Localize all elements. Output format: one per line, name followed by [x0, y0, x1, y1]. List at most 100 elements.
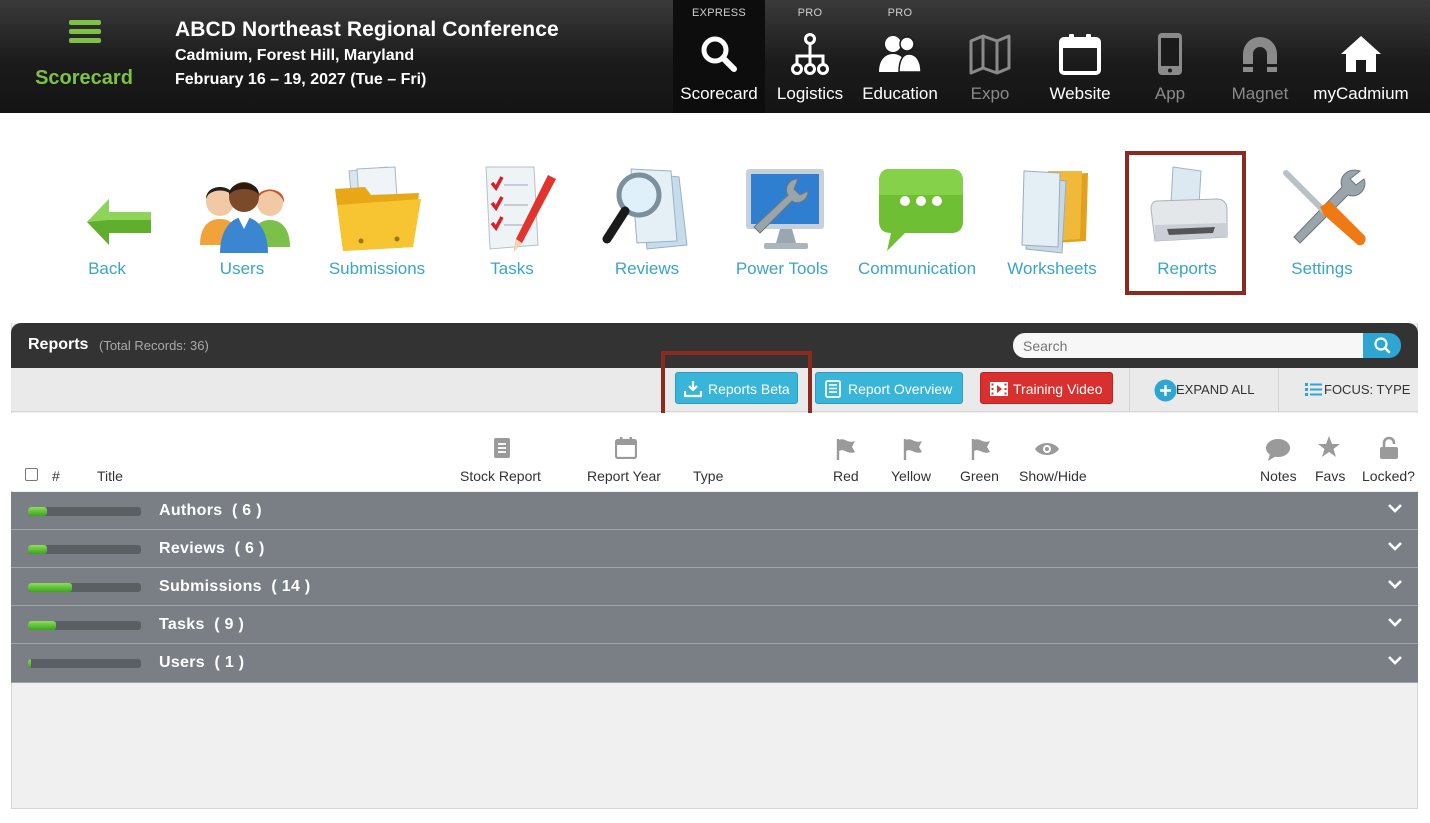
- phone-icon: [1158, 33, 1182, 75]
- group-count: ( 6 ): [231, 502, 262, 519]
- red-flag-icon: [836, 439, 855, 460]
- topnav-logistics[interactable]: PRO Logistics: [765, 0, 855, 113]
- module-communication[interactable]: Communication: [852, 160, 982, 285]
- topnav-website[interactable]: Website: [1035, 0, 1125, 113]
- film-icon: [990, 382, 1008, 396]
- chevron-down-icon[interactable]: [1388, 617, 1402, 627]
- topnav-education[interactable]: PRO Education: [855, 0, 945, 113]
- group-count: ( 14 ): [271, 578, 311, 595]
- topnav-app[interactable]: App: [1125, 0, 1215, 113]
- group-row-reviews[interactable]: Reviews ( 6 ): [11, 530, 1418, 568]
- module-label: Communication: [857, 259, 977, 278]
- group-name: Authors: [159, 502, 223, 519]
- col-favs[interactable]: Favs: [1315, 468, 1345, 484]
- chevron-down-icon[interactable]: [1388, 503, 1402, 513]
- chevron-down-icon[interactable]: [1388, 541, 1402, 551]
- yellow-flag-icon: [903, 439, 922, 460]
- col-notes[interactable]: Notes: [1260, 468, 1297, 484]
- group-row-users[interactable]: Users ( 1 ): [11, 644, 1418, 683]
- network-icon: [791, 33, 829, 75]
- people-icon: [200, 182, 290, 253]
- search-button[interactable]: [1363, 333, 1401, 358]
- col-locked[interactable]: Locked?: [1362, 468, 1415, 484]
- stock-report-icon: [494, 438, 510, 458]
- group-count: ( 6 ): [234, 540, 265, 557]
- chevron-down-icon[interactable]: [1388, 655, 1402, 665]
- topnav-label: Logistics: [776, 84, 844, 103]
- map-icon: [969, 34, 1011, 75]
- topnav-mycadmium[interactable]: myCadmium: [1305, 0, 1417, 113]
- hamburger-icon[interactable]: [69, 20, 101, 44]
- module-settings[interactable]: Settings: [1257, 160, 1387, 285]
- col-show-hide[interactable]: Show/Hide: [1019, 468, 1087, 484]
- module-users[interactable]: Users: [177, 160, 307, 285]
- topnav-label: App: [1154, 84, 1186, 103]
- topnav-label: myCadmium: [1313, 84, 1409, 103]
- search-icon: [1374, 337, 1391, 354]
- star-icon: [1318, 436, 1340, 457]
- home-icon: [1341, 36, 1381, 72]
- topnav-badge: PRO: [887, 7, 913, 19]
- module-power-tools[interactable]: Power Tools: [717, 160, 847, 285]
- eye-icon: [1035, 443, 1059, 455]
- toolbar-divider: [1129, 368, 1130, 412]
- progress-fill: [28, 583, 73, 592]
- module-label: Power Tools: [735, 259, 829, 278]
- topnav-label: Education: [862, 84, 938, 103]
- group-title: Users ( 1 ): [159, 654, 244, 672]
- topnav-expo[interactable]: Expo: [945, 0, 1035, 113]
- module-worksheets[interactable]: Worksheets: [987, 160, 1117, 285]
- chat-bubble-icon: [879, 169, 963, 251]
- col-type[interactable]: Type: [693, 468, 723, 484]
- module-label: Reviews: [614, 259, 680, 278]
- folder-icon: [335, 166, 421, 251]
- group-row-submissions[interactable]: Submissions ( 14 ): [11, 568, 1418, 606]
- topnav-scorecard[interactable]: EXPRESS Scorecard: [673, 0, 765, 113]
- topnav-magnet[interactable]: Magnet: [1215, 0, 1305, 113]
- progress-bar: [28, 507, 141, 516]
- column-header-row: # Title Stock Report Report Year Type Re…: [11, 413, 1418, 491]
- button-label: Training Video: [1013, 381, 1103, 397]
- group-row-authors[interactable]: Authors ( 6 ): [11, 492, 1418, 530]
- reports-beta-highlight-box: [661, 351, 812, 422]
- calendar-icon: [615, 437, 637, 459]
- col-title[interactable]: Title: [97, 468, 123, 484]
- group-row-tasks[interactable]: Tasks ( 9 ): [11, 606, 1418, 644]
- module-reviews[interactable]: Reviews: [582, 160, 712, 285]
- module-label: Back: [88, 259, 126, 278]
- brand-menu[interactable]: Scorecard: [0, 0, 168, 113]
- topnav-badge: PRO: [797, 7, 823, 19]
- focus-type-button[interactable]: FOCUS: TYPE: [1291, 368, 1418, 412]
- brand-label: Scorecard: [35, 67, 133, 89]
- module-label: Users: [219, 259, 265, 278]
- select-all-checkbox[interactable]: [25, 468, 38, 481]
- col-green[interactable]: Green: [960, 468, 999, 484]
- group-count: ( 1 ): [214, 654, 245, 671]
- group-name: Tasks: [159, 616, 205, 633]
- search-input[interactable]: [1013, 333, 1365, 358]
- col-yellow[interactable]: Yellow: [891, 468, 931, 484]
- module-tasks[interactable]: Tasks: [447, 160, 577, 285]
- group-name: Users: [159, 654, 205, 671]
- documents-icon: [1021, 170, 1088, 254]
- total-records: (Total Records: 36): [99, 338, 209, 353]
- module-label: Worksheets: [1007, 259, 1097, 278]
- expand-all-button[interactable]: EXPAND ALL: [1142, 368, 1282, 412]
- topnav-label: Expo: [970, 84, 1010, 103]
- progress-bar: [28, 545, 141, 554]
- module-submissions[interactable]: Submissions: [312, 160, 442, 285]
- calendar-icon: [1059, 34, 1101, 75]
- chevron-down-icon[interactable]: [1388, 579, 1402, 589]
- progress-fill: [28, 659, 32, 668]
- col-stock-report[interactable]: Stock Report: [460, 468, 541, 484]
- col-report-year[interactable]: Report Year: [587, 468, 661, 484]
- col-red[interactable]: Red: [833, 468, 859, 484]
- button-label: Report Overview: [848, 381, 953, 397]
- report-overview-button[interactable]: Report Overview: [815, 372, 963, 404]
- module-back[interactable]: Back: [42, 160, 172, 285]
- plus-circle-icon: [1154, 379, 1177, 402]
- progress-fill: [28, 507, 48, 516]
- training-video-button[interactable]: Training Video: [980, 372, 1113, 404]
- event-info: ABCD Northeast Regional Conference Cadmi…: [175, 18, 559, 89]
- progress-bar: [28, 659, 141, 668]
